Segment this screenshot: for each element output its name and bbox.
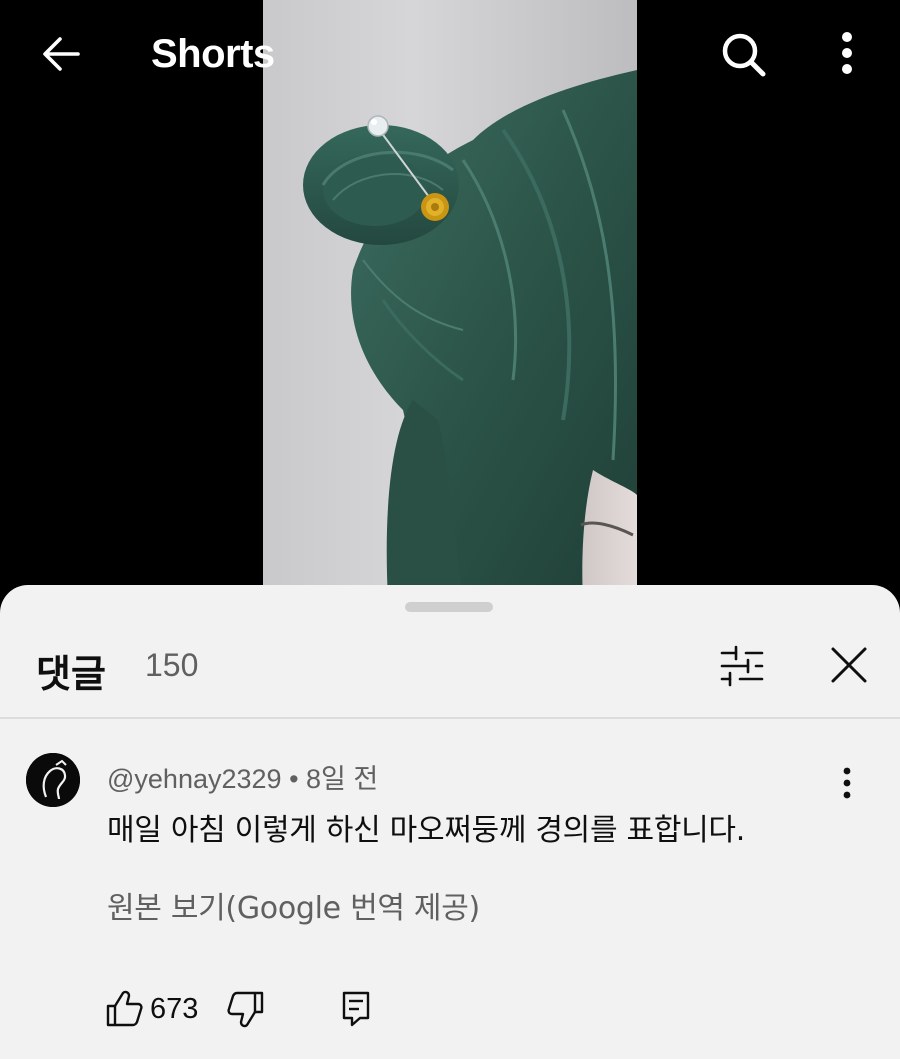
sort-filter-icon (720, 645, 764, 687)
reply-comment-icon (342, 991, 370, 1027)
sort-filter-button[interactable] (716, 639, 770, 693)
shorts-top-bar: Shorts (0, 0, 900, 110)
like-count: 673 (150, 993, 199, 1025)
comment-actions: 673 (104, 987, 404, 1037)
view-original-link[interactable]: 원본 보기(Google 번역 제공) (107, 883, 480, 927)
reply-button[interactable] (336, 987, 376, 1031)
comments-header: 댓글 150 (0, 625, 900, 717)
user-avatar-icon (26, 753, 80, 807)
comment-meta: @yehnay2329 • 8일 전 (107, 757, 378, 796)
more-options-button[interactable] (826, 28, 868, 82)
dislike-button[interactable] (226, 987, 266, 1031)
thumbs-up-icon (106, 990, 143, 1027)
comment-item: @yehnay2329 • 8일 전 매일 아침 이렇게 하신 마오쩌둥께 경의… (0, 719, 900, 1059)
thumbs-down-icon (227, 991, 264, 1028)
close-button[interactable] (823, 639, 875, 691)
comment-more-button[interactable] (826, 759, 868, 807)
meta-separator: • (289, 764, 299, 794)
comment-text: 매일 아침 이렇게 하신 마오쩌둥께 경의를 표합니다. (107, 813, 745, 848)
more-vert-icon (843, 767, 851, 799)
comments-title: 댓글 (36, 652, 106, 696)
close-icon (831, 647, 867, 683)
arrow-left-icon (43, 37, 80, 71)
comment-time: 8일 전 (306, 764, 379, 794)
drag-handle[interactable] (405, 602, 493, 612)
like-button[interactable] (104, 987, 144, 1031)
search-icon (722, 33, 766, 77)
avatar[interactable] (26, 753, 80, 807)
search-button[interactable] (716, 28, 770, 82)
comments-count: 150 (145, 647, 199, 683)
comment-author[interactable]: @yehnay2329 (107, 764, 282, 794)
page-title: Shorts (151, 32, 275, 76)
more-vert-icon (842, 32, 852, 74)
back-button[interactable] (36, 30, 86, 80)
comments-sheet: 댓글 150 @yehnay2329 • 8일 전 매일 아침 이렇게 하신 마… (0, 585, 900, 1059)
video-player[interactable]: Shorts (0, 0, 900, 600)
